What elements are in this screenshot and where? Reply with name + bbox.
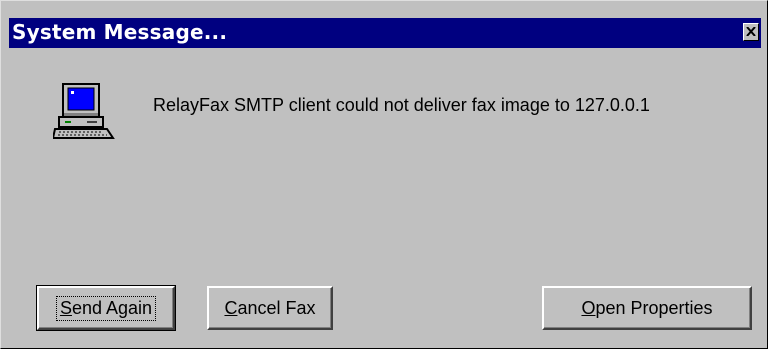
close-button[interactable] [743,23,759,41]
window-title: System Message... [12,20,228,44]
system-message-dialog: System Message... RelayFax SMTP client c… [0,0,768,349]
computer-icon [53,83,115,139]
cancel-fax-button[interactable]: Cancel Fax [207,286,333,330]
open-properties-button[interactable]: Open Properties [542,286,752,330]
title-bar[interactable]: System Message... [9,18,761,48]
send-again-label: Send Again [59,297,153,318]
focus-rectangle: Send Again [55,295,157,321]
close-icon [746,27,756,36]
send-again-button[interactable]: Send Again [36,285,176,331]
open-properties-label: Open Properties [581,297,713,318]
error-message: RelayFax SMTP client could not deliver f… [153,95,650,115]
cancel-fax-label: Cancel Fax [224,297,316,318]
